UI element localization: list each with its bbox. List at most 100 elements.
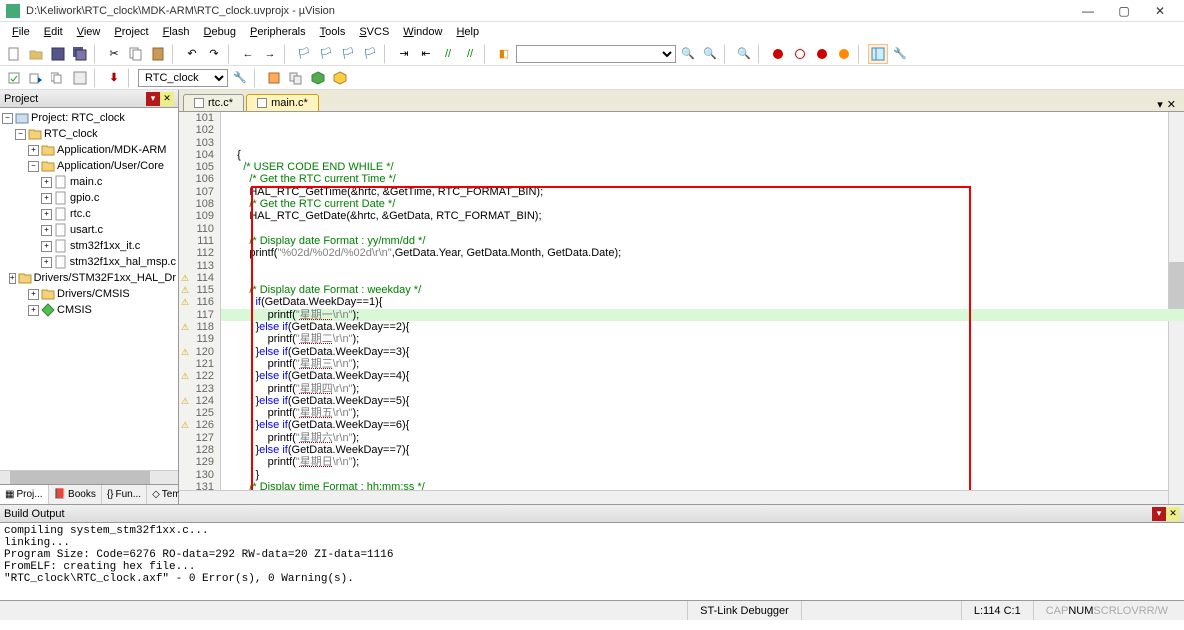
tree-group-3[interactable]: +Drivers/CMSIS: [2, 286, 176, 302]
breakpoint-kill-icon[interactable]: [812, 44, 832, 64]
download-icon[interactable]: ⬇: [104, 68, 124, 88]
tree-group-2[interactable]: +Drivers/STM32F1xx_HAL_Dr: [2, 270, 176, 286]
folder-icon: [18, 271, 32, 285]
project-tree[interactable]: −Project: RTC_clock−RTC_clock + Applicatio…: [0, 108, 178, 470]
tree-file-stm32f1xx_it-c[interactable]: +stm32f1xx_it.c: [2, 238, 176, 254]
tree-toggle-icon[interactable]: +: [41, 193, 52, 204]
paste-icon[interactable]: [148, 44, 168, 64]
proj-tab-1[interactable]: 📕 Books: [49, 485, 102, 504]
open-file-icon[interactable]: [26, 44, 46, 64]
manage-icon[interactable]: [264, 68, 284, 88]
breakpoint-disable-icon[interactable]: [790, 44, 810, 64]
panel-close-icon[interactable]: ✕: [160, 92, 174, 106]
build-output-text[interactable]: compiling system_stm32f1xx.c...linking..…: [0, 523, 1184, 600]
indent-icon[interactable]: ⇥: [394, 44, 414, 64]
menu-peripherals[interactable]: Peripherals: [244, 24, 312, 40]
code-content[interactable]: { /* USER CODE END WHILE */ /* Get the R…: [221, 112, 1168, 504]
bookmark-prev-icon[interactable]: 🏳: [316, 44, 336, 64]
tree-group-4[interactable]: +CMSIS: [2, 302, 176, 318]
tree-target[interactable]: −RTC_clock: [2, 126, 176, 142]
copy-icon[interactable]: [126, 44, 146, 64]
tree-file-stm32f1xx_hal_msp-c[interactable]: +stm32f1xx_hal_msp.c: [2, 254, 176, 270]
tree-project[interactable]: −Project: RTC_clock: [2, 110, 176, 126]
undo-icon[interactable]: ↶: [182, 44, 202, 64]
find-icon[interactable]: ◧: [494, 44, 514, 64]
configure-icon[interactable]: 🔧: [890, 44, 910, 64]
tree-toggle-icon[interactable]: +: [41, 225, 52, 236]
breakpoint-enable-icon[interactable]: [834, 44, 854, 64]
panel-close-icon[interactable]: ✕: [1166, 507, 1180, 521]
tree-toggle-icon[interactable]: −: [2, 113, 13, 124]
outdent-icon[interactable]: ⇤: [416, 44, 436, 64]
breakpoint-icon[interactable]: [768, 44, 788, 64]
debug-icon[interactable]: 🔍: [734, 44, 754, 64]
menu-view[interactable]: View: [71, 24, 107, 40]
tree-file-gpio-c[interactable]: +gpio.c: [2, 190, 176, 206]
bookmark-clear-icon[interactable]: 🏳: [360, 44, 380, 64]
cut-icon[interactable]: ✂: [104, 44, 124, 64]
tree-file-rtc-c[interactable]: +rtc.c: [2, 206, 176, 222]
menu-edit[interactable]: Edit: [38, 24, 69, 40]
build-icon[interactable]: [26, 68, 46, 88]
tree-toggle-icon[interactable]: +: [41, 241, 52, 252]
tree-group-1[interactable]: −Application/User/Core: [2, 158, 176, 174]
tree-toggle-icon[interactable]: +: [9, 273, 16, 284]
proj-tab-0[interactable]: ▦ Proj...: [0, 485, 49, 504]
tree-file-usart-c[interactable]: +usart.c: [2, 222, 176, 238]
minimize-button[interactable]: —: [1070, 1, 1106, 21]
save-icon[interactable]: [48, 44, 68, 64]
target-combo[interactable]: RTC_clock: [138, 69, 228, 87]
menu-window[interactable]: Window: [397, 24, 448, 40]
code-editor[interactable]: 1011021031041051061071081091101111121131…: [179, 112, 1184, 504]
redo-icon[interactable]: ↷: [204, 44, 224, 64]
tree-toggle-icon[interactable]: −: [28, 161, 39, 172]
batch-build-icon[interactable]: [70, 68, 90, 88]
translate-icon[interactable]: [4, 68, 24, 88]
menu-file[interactable]: File: [6, 24, 36, 40]
close-button[interactable]: ✕: [1142, 1, 1178, 21]
rebuild-icon[interactable]: [48, 68, 68, 88]
tree-toggle-icon[interactable]: +: [28, 145, 39, 156]
comment-icon[interactable]: //: [438, 44, 458, 64]
incremental-find-icon[interactable]: 🔍: [700, 44, 720, 64]
tree-toggle-icon[interactable]: −: [15, 129, 26, 140]
save-all-icon[interactable]: [70, 44, 90, 64]
proj-tab-2[interactable]: {} Fun...: [102, 485, 147, 504]
menu-help[interactable]: Help: [450, 24, 485, 40]
tree-toggle-icon[interactable]: +: [41, 177, 52, 188]
bookmark-next-icon[interactable]: 🏳: [338, 44, 358, 64]
bookmark-icon[interactable]: 🏳: [294, 44, 314, 64]
tree-toggle-icon[interactable]: +: [28, 305, 39, 316]
menu-svcs[interactable]: SVCS: [353, 24, 395, 40]
tree-toggle-icon[interactable]: +: [41, 257, 52, 268]
uncomment-icon[interactable]: //: [460, 44, 480, 64]
pin-icon[interactable]: ▾: [146, 92, 160, 106]
editor-hscroll[interactable]: [179, 490, 1168, 504]
tree-label: Application/MDK-ARM: [57, 144, 166, 156]
tree-group-0[interactable]: + Application/MDK-ARM: [2, 142, 176, 158]
menu-debug[interactable]: Debug: [198, 24, 242, 40]
tab-dropdown-icon[interactable]: ▾: [1157, 98, 1163, 111]
project-hscroll[interactable]: [0, 470, 178, 484]
rte-icon[interactable]: [330, 68, 350, 88]
menu-flash[interactable]: Flash: [157, 24, 196, 40]
tab-close-icon[interactable]: ✕: [1167, 98, 1176, 111]
pack-installer-icon[interactable]: [308, 68, 328, 88]
tree-file-main-c[interactable]: +main.c: [2, 174, 176, 190]
nav-back-icon[interactable]: ←: [238, 44, 258, 64]
tree-toggle-icon[interactable]: +: [28, 289, 39, 300]
maximize-button[interactable]: ▢: [1106, 1, 1142, 21]
find-combo[interactable]: [516, 45, 676, 63]
window-layout-icon[interactable]: [868, 44, 888, 64]
pin-icon[interactable]: ▾: [1152, 507, 1166, 521]
editor-tab-mainc[interactable]: main.c*: [246, 94, 319, 111]
tree-toggle-icon[interactable]: +: [41, 209, 52, 220]
file-ext-icon[interactable]: [286, 68, 306, 88]
new-file-icon[interactable]: [4, 44, 24, 64]
find-in-files-icon[interactable]: 🔍: [678, 44, 698, 64]
nav-fwd-icon[interactable]: →: [260, 44, 280, 64]
target-options-icon[interactable]: 🔧: [230, 68, 250, 88]
menu-tools[interactable]: Tools: [314, 24, 352, 40]
editor-tab-rtcc[interactable]: rtc.c*: [183, 94, 244, 111]
menu-project[interactable]: Project: [108, 24, 154, 40]
